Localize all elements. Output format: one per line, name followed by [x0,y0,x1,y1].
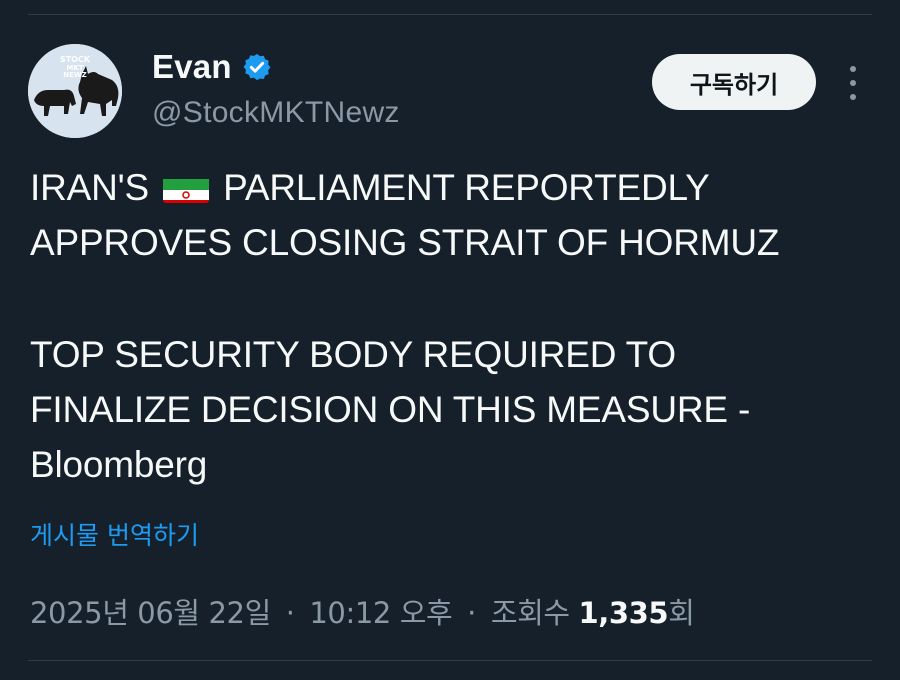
author-handle[interactable]: @StockMKTNewz [152,96,400,130]
translate-post-link[interactable]: 게시물 번역하기 [30,516,199,552]
tweet-text-segment: PARLIAMENT REPORTEDLY [213,167,710,208]
views-count: 1,335 [578,596,669,630]
views-label: 조회수 [490,596,570,630]
tweet-line: Bloomberg [30,444,208,485]
author-display-name[interactable]: Evan [152,48,232,86]
more-dot [850,66,856,72]
more-options-icon[interactable] [838,66,868,100]
tweet-meta: 2025년 06월 22일 · 10:12 오후 · 조회수 1,335회 [30,590,695,632]
tweet-line: FINALIZE DECISION ON THIS MEASURE - [30,389,751,430]
meta-separator: · [285,596,295,630]
avatar[interactable]: STOCK MKT NEWZ [28,44,122,138]
avatar-text-line1: STOCK [60,55,91,64]
post-date[interactable]: 2025년 06월 22일 [30,596,271,630]
verified-badge-icon [242,52,272,82]
iran-flag-icon [163,171,210,203]
post-time[interactable]: 10:12 오후 [309,596,452,630]
tweet-line: APPROVES CLOSING STRAIT OF HORMUZ [30,222,780,263]
more-dot [850,80,856,86]
subscribe-button[interactable]: 구독하기 [652,54,816,110]
avatar-bull-bear-logo: STOCK MKT NEWZ [28,44,122,138]
tweet-line: TOP SECURITY BODY REQUIRED TO [30,334,676,375]
avatar-text-line3: NEWZ [63,71,86,79]
name-row: Evan [152,46,400,88]
tweet-line: IRAN'S PARLIAMENT REPORTEDLY [30,160,880,215]
author-info: Evan @StockMKTNewz [152,46,400,130]
more-dot [850,94,856,100]
bottom-divider [28,660,872,661]
meta-separator: · [467,596,476,630]
top-divider [28,14,872,15]
views-suffix: 회 [668,596,695,630]
tweet-text-segment: IRAN'S [30,167,160,208]
tweet-card: STOCK MKT NEWZ Evan @StockMKTNewz 구독하기 I… [0,0,900,680]
tweet-text: IRAN'S PARLIAMENT REPORTEDLY APPROVES CL… [30,160,880,492]
